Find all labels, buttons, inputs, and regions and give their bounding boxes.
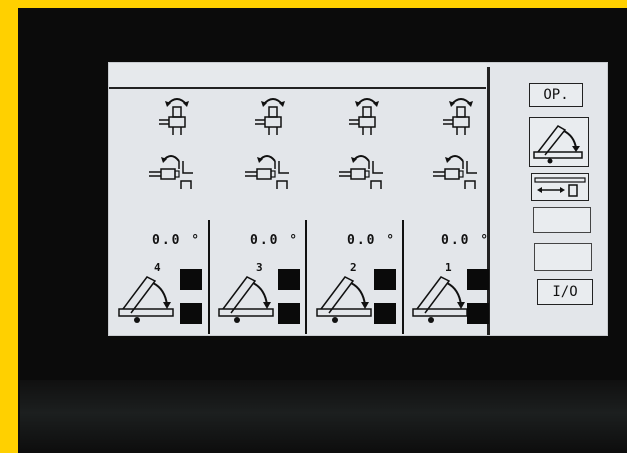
angle-readout: 0.0 ° [250, 233, 300, 248]
status-indicator [180, 303, 202, 324]
clamp-side-arrow-icon[interactable] [147, 149, 197, 193]
blank-button[interactable] [533, 207, 591, 233]
status-indicator [374, 269, 396, 290]
bend-angle-icon [533, 125, 583, 164]
clamp-side-arrow-icon[interactable] [431, 149, 481, 193]
slide-position-button[interactable] [531, 173, 589, 201]
bend-angle-icon[interactable] [217, 269, 277, 325]
clamp-side-arrow-icon[interactable] [337, 149, 387, 193]
status-indicator [467, 303, 489, 324]
io-button[interactable]: I/O [537, 279, 593, 305]
bend-mode-button[interactable] [529, 117, 589, 167]
title-bar [109, 63, 486, 89]
bend-angle-icon[interactable] [315, 269, 375, 325]
clamp-open-arrow-icon[interactable] [347, 93, 387, 139]
slide-position-icon [534, 177, 586, 197]
angle-readout: 0.0 ° [152, 233, 202, 248]
status-indicator [374, 303, 396, 324]
status-indicator [467, 269, 489, 290]
clamp-side-arrow-icon[interactable] [243, 149, 293, 193]
clamp-open-arrow-icon[interactable] [157, 93, 197, 139]
status-indicator [278, 269, 300, 290]
angle-readout: 0.0 ° [347, 233, 397, 248]
angle-readout: 0.0 ° [441, 233, 491, 248]
status-indicator [278, 303, 300, 324]
clamp-open-arrow-icon[interactable] [441, 93, 481, 139]
side-panel-divider [487, 67, 490, 335]
keypad-area [20, 380, 627, 453]
blank-button[interactable] [534, 243, 592, 271]
status-indicator [180, 269, 202, 290]
bend-angle-icon[interactable] [411, 269, 471, 325]
clamp-open-arrow-icon[interactable] [253, 93, 293, 139]
bend-angle-icon[interactable] [117, 269, 177, 325]
hmi-screen: 0.0 ° 4 0.0 ° 3 0.0 ° 2 0.0 ° 1 OP. I/O [108, 62, 608, 336]
op-button[interactable]: OP. [529, 83, 583, 107]
